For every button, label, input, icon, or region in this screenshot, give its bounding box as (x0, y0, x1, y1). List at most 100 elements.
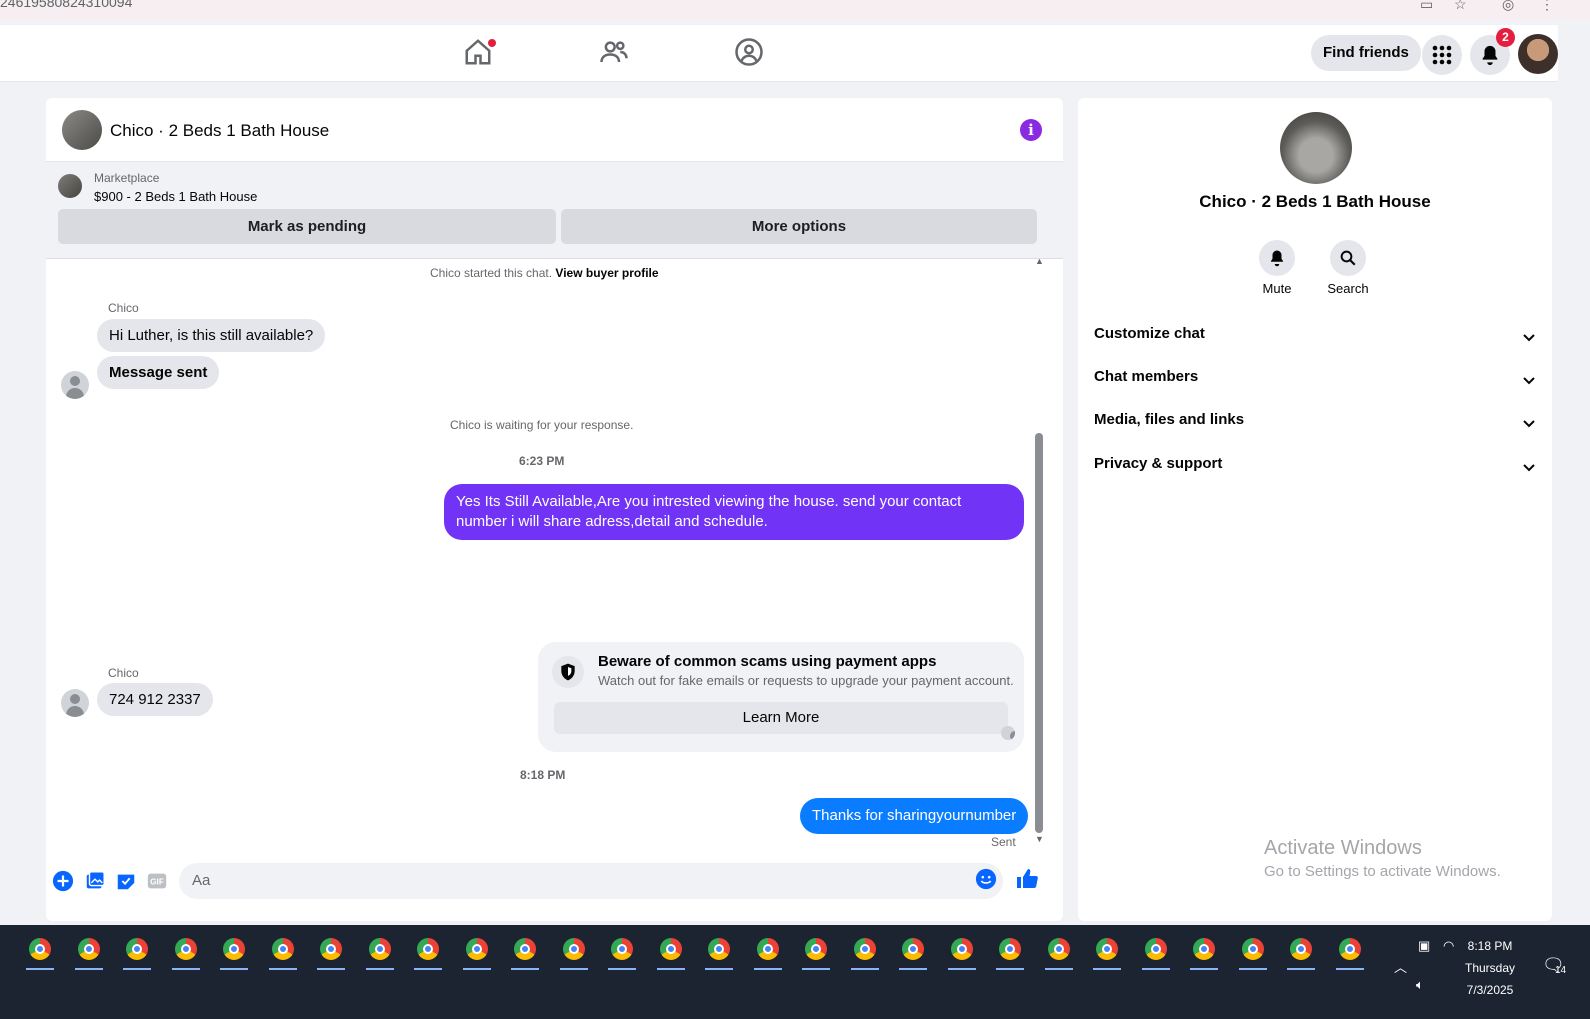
learn-more-button[interactable]: Learn More (554, 702, 1008, 734)
view-buyer-profile-link[interactable]: View buyer profile (555, 266, 658, 280)
groups-icon[interactable] (734, 37, 764, 67)
chrome-taskbar-icon[interactable] (74, 935, 103, 970)
scroll-up-arrow[interactable]: ▲ (1035, 256, 1044, 266)
scam-warning-card: Beware of common scams using payment app… (538, 642, 1024, 752)
more-options-button[interactable]: More options (561, 209, 1037, 244)
show-hidden-icons[interactable]: ︿ (1394, 957, 1407, 976)
taskbar-clock[interactable]: 8:18 PM Thursday 7/3/2025 (1450, 935, 1530, 1001)
chat-started-note: Chico started this chat. View buyer prof… (430, 266, 659, 280)
chat-info-title: Chico · 2 Beds 1 Bath House (1199, 192, 1431, 211)
search-button[interactable]: Search (1318, 240, 1378, 296)
friends-icon[interactable] (599, 37, 629, 67)
outgoing-message[interactable]: Yes Its Still Available,Are you intreste… (444, 484, 1024, 540)
scrollbar-thumb[interactable] (1035, 433, 1043, 833)
section-label: Privacy & support (1094, 455, 1223, 472)
sender-avatar[interactable] (61, 689, 89, 717)
scam-warning-body: Watch out for fake emails or requests to… (598, 673, 1014, 688)
plus-icon[interactable] (52, 870, 74, 892)
sender-name: Chico (108, 301, 139, 315)
chat-info-panel: Chico · 2 Beds 1 Bath House Mute Search … (1078, 98, 1552, 921)
incoming-message[interactable]: 724 912 2337 (97, 683, 213, 716)
chat-members-section[interactable]: Chat members (1094, 368, 1537, 392)
chrome-taskbar-icon[interactable] (559, 935, 588, 970)
chrome-taskbar-icon[interactable] (753, 935, 782, 970)
sticker-icon[interactable] (115, 870, 137, 892)
chrome-taskbar-icon[interactable] (656, 935, 685, 970)
chrome-taskbar-icon[interactable] (608, 935, 636, 970)
chrome-taskbar-icon[interactable] (511, 935, 539, 970)
gif-icon[interactable]: GIF (146, 870, 168, 892)
mute-label: Mute (1262, 281, 1292, 296)
install-icon[interactable]: ▭ (1420, 0, 1438, 12)
svg-text:GIF: GIF (150, 878, 164, 887)
find-friends-button[interactable]: Find friends (1311, 35, 1421, 71)
privacy-support-section[interactable]: Privacy & support (1094, 455, 1537, 479)
chrome-taskbar-icon[interactable] (268, 935, 297, 970)
chevron-down-icon (1523, 334, 1535, 342)
meet-now-icon[interactable]: ▣ (1418, 938, 1430, 954)
chrome-taskbar-icon[interactable] (317, 935, 345, 970)
chrome-taskbar-icon[interactable] (899, 935, 927, 970)
photo-icon[interactable] (84, 870, 106, 892)
menu-grid-button[interactable] (1422, 35, 1462, 75)
chat-started-text: Chico started this chat. (430, 266, 553, 280)
chat-avatar[interactable] (62, 110, 102, 150)
browser-menu-icon[interactable]: ⋮ (1540, 0, 1558, 12)
message-input[interactable]: Aa (179, 863, 1003, 899)
chrome-taskbar-icon[interactable] (365, 935, 394, 970)
chrome-taskbar-icon[interactable] (996, 935, 1024, 970)
chrome-taskbar-icon[interactable] (947, 935, 976, 970)
chrome-taskbar-icon[interactable] (1238, 935, 1267, 970)
chrome-taskbar-icon[interactable] (414, 935, 442, 970)
incoming-message[interactable]: Message sent (97, 356, 220, 389)
mark-as-pending-button[interactable]: Mark as pending (58, 209, 556, 244)
info-icon[interactable]: i (1020, 119, 1042, 141)
chevron-down-icon (1523, 464, 1535, 472)
search-label: Search (1327, 281, 1369, 296)
listing-title[interactable]: $900 - 2 Beds 1 Bath House (94, 189, 257, 204)
chrome-taskbar-icon[interactable] (850, 935, 879, 970)
chrome-taskbar-icon[interactable] (1287, 935, 1315, 970)
chrome-taskbar-icon[interactable] (220, 935, 248, 970)
chrome-taskbar-icon[interactable] (1093, 935, 1121, 970)
clock-date: 7/3/2025 (1466, 983, 1514, 997)
chrome-taskbar-icon[interactable] (1044, 935, 1073, 970)
chat-header: Chico · 2 Beds 1 Bath House i (46, 98, 1063, 162)
volume-icon[interactable]: 🔈︎ (1416, 977, 1424, 993)
url-text[interactable]: 24619580824310094 (0, 0, 132, 10)
mute-button[interactable]: Mute (1247, 240, 1307, 296)
profile-icon[interactable]: ◎ (1502, 0, 1520, 12)
chrome-taskbar-icon[interactable] (1141, 935, 1170, 970)
chrome-taskbar-icon[interactable] (1190, 935, 1218, 970)
account-avatar[interactable] (1518, 34, 1558, 74)
chrome-taskbar-icon[interactable] (462, 935, 491, 970)
chrome-taskbar-icon[interactable] (171, 935, 200, 970)
media-files-links-section[interactable]: Media, files and links (1094, 411, 1537, 435)
bookmark-star-icon[interactable]: ☆ (1454, 0, 1472, 12)
bell-icon (1482, 45, 1498, 66)
section-label: Chat members (1094, 368, 1199, 385)
chrome-taskbar-icon[interactable] (705, 935, 733, 970)
chrome-taskbar-icon[interactable] (123, 935, 151, 970)
message-list: Chico started this chat. View buyer prof… (46, 260, 1063, 860)
chrome-taskbar-icon[interactable] (1335, 935, 1364, 970)
chat-info-avatar[interactable] (1280, 112, 1352, 184)
chat-scrollbar[interactable]: ▲ ▼ (1035, 256, 1044, 858)
chrome-taskbar-icon[interactable] (26, 935, 54, 970)
customize-chat-section[interactable]: Customize chat (1094, 325, 1537, 349)
chat-title[interactable]: Chico · 2 Beds 1 Bath House (110, 121, 329, 141)
section-label: Customize chat (1094, 325, 1205, 342)
incoming-message[interactable]: Hi Luther, is this still available? (97, 319, 326, 352)
chrome-taskbar-icon[interactable] (802, 935, 830, 970)
page-scrollbar[interactable] (1558, 25, 1590, 925)
activate-title: Activate Windows (1264, 837, 1422, 859)
listing-thumbnail[interactable] (58, 174, 82, 198)
activate-subtitle: Go to Settings to activate Windows. (1264, 863, 1501, 880)
emoji-icon[interactable] (975, 868, 997, 890)
clock-day: Thursday (1464, 961, 1516, 975)
message-composer: GIF Aa (46, 860, 1063, 921)
sender-avatar[interactable] (61, 371, 89, 399)
scroll-down-arrow[interactable]: ▼ (1035, 834, 1044, 844)
like-icon[interactable] (1015, 867, 1038, 889)
outgoing-message[interactable]: Thanks for sharingyournumber (800, 798, 1029, 834)
